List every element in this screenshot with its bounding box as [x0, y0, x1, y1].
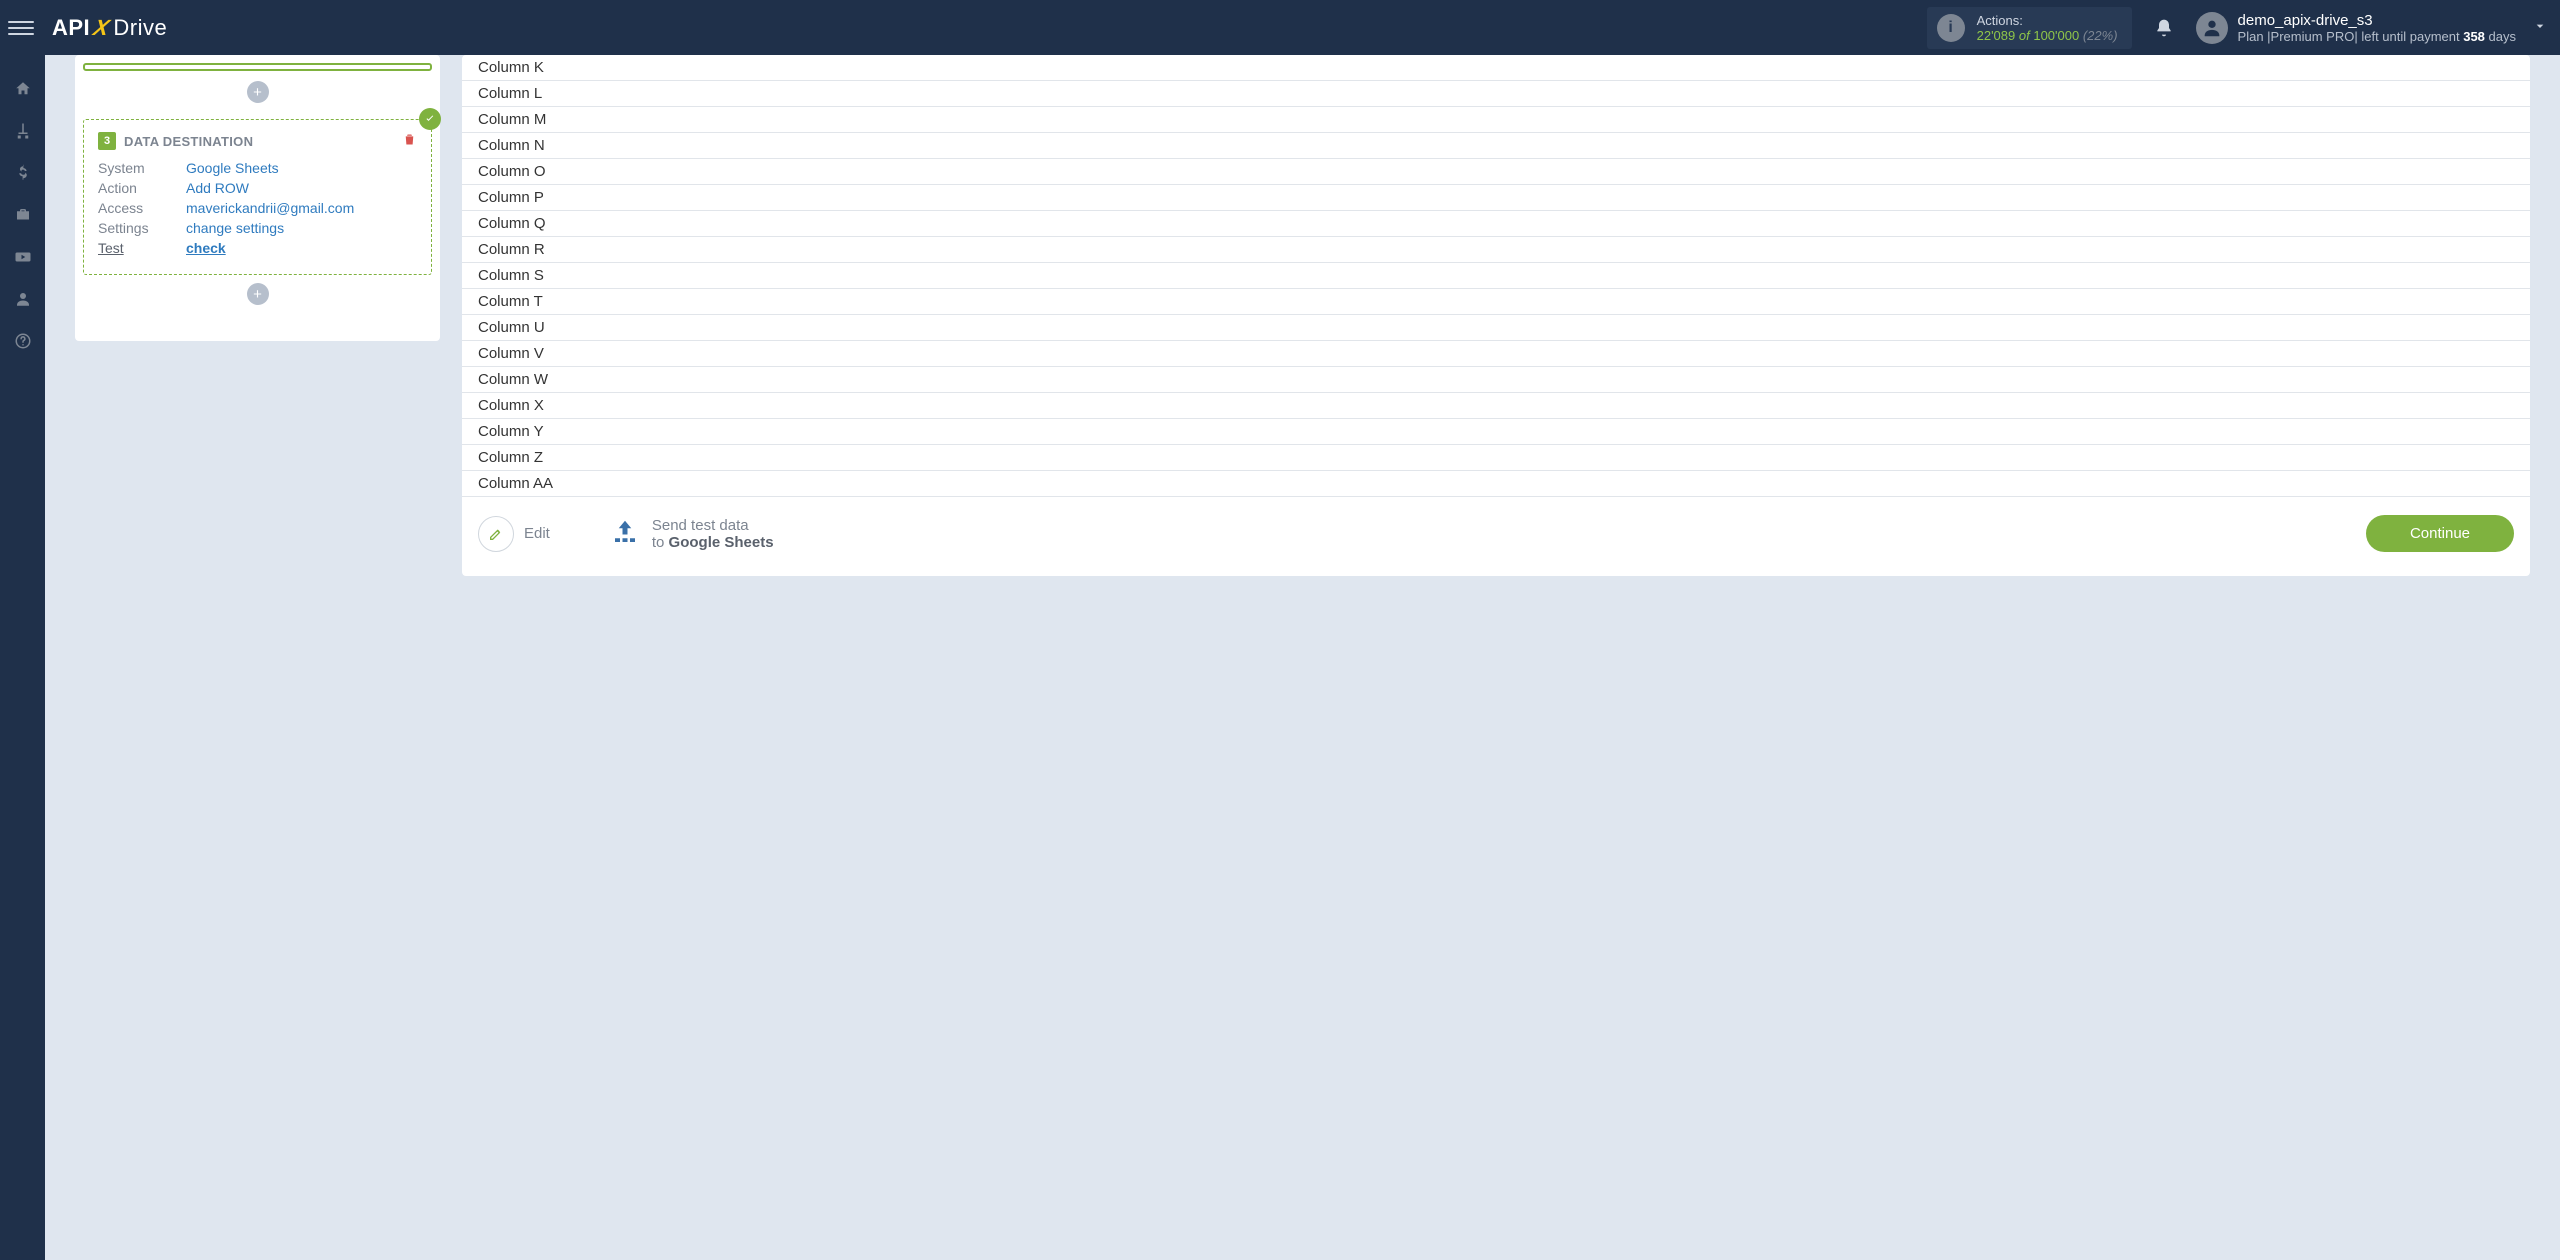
- column-row[interactable]: Column V: [462, 341, 2530, 367]
- column-row[interactable]: Column L: [462, 81, 2530, 107]
- sidebar-briefcase-icon[interactable]: [0, 195, 45, 235]
- sidebar-dollar-icon[interactable]: [0, 153, 45, 193]
- column-row[interactable]: Column Y: [462, 419, 2530, 445]
- add-step-button-after[interactable]: +: [247, 283, 269, 305]
- pencil-icon: [478, 516, 514, 552]
- column-row[interactable]: Column S: [462, 263, 2530, 289]
- column-row[interactable]: Column AA: [462, 471, 2530, 497]
- logo-x: X: [91, 15, 113, 41]
- logo-drive: Drive: [113, 15, 167, 41]
- user-plan: Plan |Premium PRO| left until payment 35…: [2238, 29, 2516, 44]
- column-row[interactable]: Column P: [462, 185, 2530, 211]
- column-row[interactable]: Column K: [462, 55, 2530, 81]
- column-row[interactable]: Column T: [462, 289, 2530, 315]
- dest-settings-link[interactable]: change settings: [186, 220, 284, 236]
- step-number-badge: 3: [98, 132, 116, 150]
- logo[interactable]: APIXDrive: [52, 15, 167, 41]
- chevron-down-icon[interactable]: [2532, 18, 2548, 37]
- sidebar-video-icon[interactable]: [0, 237, 45, 277]
- user-name: demo_apix-drive_s3: [2238, 12, 2516, 29]
- hamburger-menu[interactable]: [8, 15, 34, 41]
- left-panel: + 3 DATA DESTINATION SystemGoogle Sheets…: [75, 55, 440, 341]
- sidebar: [0, 55, 45, 1260]
- dest-action-link[interactable]: Add ROW: [186, 180, 249, 196]
- continue-button[interactable]: Continue: [2366, 515, 2514, 552]
- column-row[interactable]: Column O: [462, 159, 2530, 185]
- logo-api: API: [52, 15, 90, 41]
- edit-button[interactable]: Edit: [478, 516, 550, 552]
- destination-title: DATA DESTINATION: [124, 134, 253, 149]
- upload-icon: [608, 517, 642, 550]
- actions-used: 22'089: [1977, 28, 2016, 43]
- columns-list: Column KColumn LColumn MColumn NColumn O…: [462, 55, 2530, 497]
- send-text-line2: to Google Sheets: [652, 534, 774, 551]
- column-row[interactable]: Column R: [462, 237, 2530, 263]
- sidebar-sitemap-icon[interactable]: [0, 111, 45, 151]
- notifications-icon[interactable]: [2150, 14, 2178, 42]
- sidebar-home-icon[interactable]: [0, 69, 45, 109]
- sidebar-user-icon[interactable]: [0, 279, 45, 319]
- delete-icon[interactable]: [402, 132, 417, 150]
- prev-step-box[interactable]: [83, 63, 432, 71]
- add-step-button[interactable]: +: [247, 81, 269, 103]
- column-row[interactable]: Column M: [462, 107, 2530, 133]
- actions-badge[interactable]: i Actions: 22'089 of 100'000 (22%): [1927, 7, 2132, 49]
- dest-test-link[interactable]: check: [186, 240, 226, 256]
- column-row[interactable]: Column U: [462, 315, 2530, 341]
- dest-access-link[interactable]: maverickandrii@gmail.com: [186, 200, 354, 216]
- column-row[interactable]: Column N: [462, 133, 2530, 159]
- sidebar-help-icon[interactable]: [0, 321, 45, 361]
- send-test-data-button[interactable]: Send test data to Google Sheets: [608, 517, 774, 551]
- data-destination-box[interactable]: 3 DATA DESTINATION SystemGoogle Sheets A…: [83, 119, 432, 275]
- header-right: i Actions: 22'089 of 100'000 (22%) demo_…: [1927, 7, 2548, 49]
- main-panel: Column KColumn LColumn MColumn NColumn O…: [462, 55, 2530, 576]
- column-row[interactable]: Column Z: [462, 445, 2530, 471]
- column-row[interactable]: Column X: [462, 393, 2530, 419]
- app-header: APIXDrive i Actions: 22'089 of 100'000 (…: [0, 0, 2560, 55]
- user-menu[interactable]: demo_apix-drive_s3 Plan |Premium PRO| le…: [2196, 12, 2548, 44]
- actions-text: Actions: 22'089 of 100'000 (22%): [1977, 13, 2118, 43]
- avatar-icon: [2196, 12, 2228, 44]
- check-icon: [419, 108, 441, 130]
- actions-label: Actions:: [1977, 13, 2118, 28]
- actions-total: 100'000: [2033, 28, 2079, 43]
- info-icon: i: [1937, 14, 1965, 42]
- actions-pct: (22%): [2083, 28, 2118, 43]
- column-row[interactable]: Column Q: [462, 211, 2530, 237]
- column-row[interactable]: Column W: [462, 367, 2530, 393]
- dest-system-link[interactable]: Google Sheets: [186, 160, 279, 176]
- send-text-line1: Send test data: [652, 517, 774, 534]
